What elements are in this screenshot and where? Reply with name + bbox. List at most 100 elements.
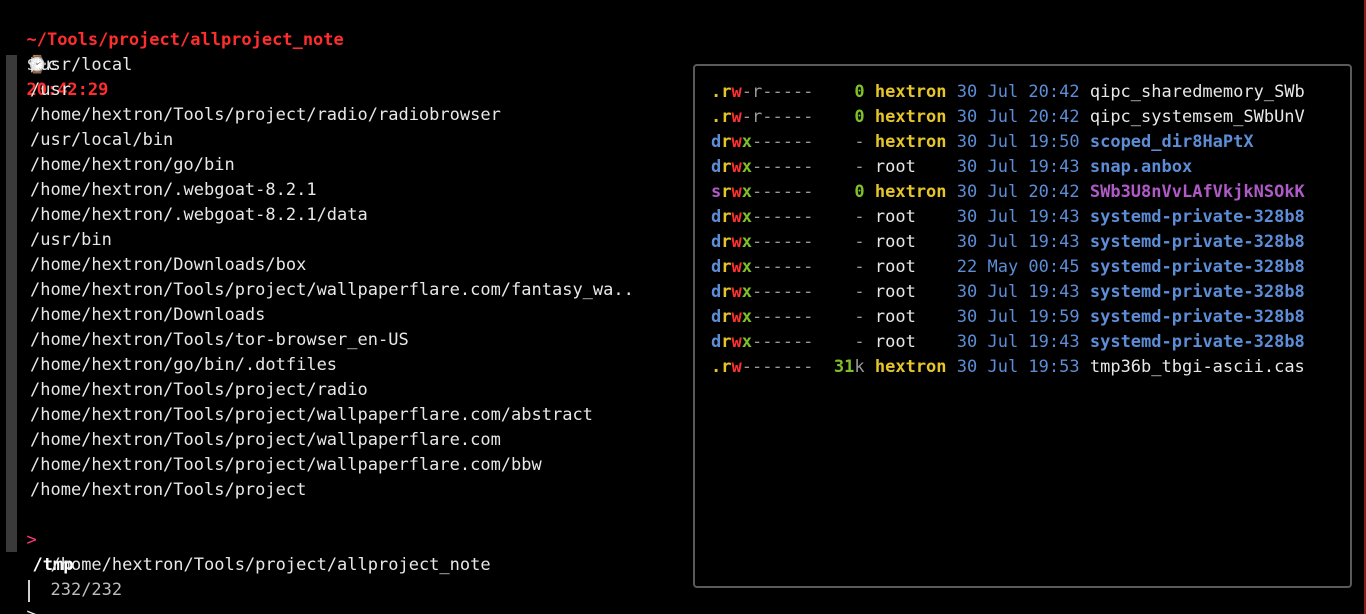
list-item-label: /home/hextron/Tools/project/wallpaperfla… (30, 430, 501, 450)
perm-write: w (731, 282, 742, 302)
preview-row: drwx------ - root 30 Jul 19:43 systemd-p… (711, 280, 1305, 305)
list-item[interactable]: /home/hextron/Tools/project/allproject_n… (30, 528, 490, 575)
list-item[interactable]: /home/hextron/.webgoat-8.2.1/data (30, 203, 368, 228)
file-owner: hextron (874, 82, 947, 102)
file-date: 30 Jul 19:43 (956, 232, 1080, 252)
list-item[interactable]: /home/hextron/Tools/project/wallpaperfla… (30, 428, 501, 453)
preview-row: drwx------ - root 30 Jul 19:43 systemd-p… (711, 230, 1305, 255)
prompt-line: ~/Tools/project/allproject_note ⌚ 20:42:… (6, 3, 343, 100)
list-item[interactable]: /home/hextron/.webgoat-8.2.1 (30, 178, 317, 203)
list-item-label: /home/hextron/Tools/project/wallpaperfla… (30, 455, 542, 475)
list-item[interactable]: /home/hextron/Tools/project (30, 478, 306, 503)
list-item-label: /home/hextron/Tools/project/wallpaperfla… (30, 280, 634, 300)
file-type-flag: d (711, 307, 722, 327)
file-owner: root (874, 307, 916, 327)
perm-rest: ------ (752, 332, 814, 352)
preview-row: drwx------ - root 22 May 00:45 systemd-p… (711, 255, 1305, 280)
file-size: - (854, 157, 865, 177)
file-name: systemd-private-328b8 (1089, 257, 1305, 277)
perm-read: r (721, 157, 732, 177)
file-name: SWb3U8nVvLAfVkjkNSOkK (1089, 182, 1305, 202)
file-owner: root (874, 232, 916, 252)
selected-list-item[interactable]: > /tmp (6, 503, 73, 575)
preview-row: .rw------- 31k hextron 30 Jul 19:53 tmp3… (711, 355, 1305, 380)
file-size: - (854, 132, 865, 152)
perm-read: r (721, 82, 732, 102)
file-date: 30 Jul 20:42 (956, 182, 1080, 202)
list-item[interactable]: /home/hextron/go/bin/.dotfiles (30, 353, 337, 378)
perm-rest: ------ (752, 207, 814, 227)
preview-row: drwx------ - root 30 Jul 19:43 systemd-p… (711, 330, 1305, 355)
file-size: 0 (854, 82, 865, 102)
perm-rest: -r----- (741, 82, 814, 102)
match-count-text: 232/232 (50, 580, 123, 600)
file-name: qipc_systemsem_SWbUnV (1089, 107, 1305, 127)
list-item-label: /home/hextron/.webgoat-8.2.1/data (30, 205, 368, 225)
list-item-label: /home/hextron/Tools/project (30, 480, 307, 500)
perm-rest: ------ (752, 282, 814, 302)
perm-exec: x (741, 182, 752, 202)
preview-row: drwx------ - root 30 Jul 19:43 systemd-p… (711, 205, 1305, 230)
file-owner: hextron (874, 357, 947, 377)
perm-rest: -r----- (741, 107, 814, 127)
list-item[interactable]: /home/hextron/Tools/project/wallpaperfla… (30, 453, 542, 478)
file-type-flag: d (711, 232, 722, 252)
file-name: snap.anbox (1089, 157, 1193, 177)
list-item[interactable]: /home/hextron/Tools/project/radio (30, 378, 368, 403)
list-item[interactable]: /home/hextron/go/bin (30, 153, 235, 178)
list-item[interactable]: /home/hextron/Tools/project/wallpaperfla… (30, 278, 634, 303)
perm-read: r (721, 132, 732, 152)
perm-exec: x (741, 307, 752, 327)
list-item[interactable]: /home/hextron/Tools/project/wallpaperfla… (30, 403, 593, 428)
prompt-path: ~/Tools/project/allproject_note (26, 30, 344, 50)
query-input-cursor[interactable] (28, 580, 30, 602)
list-item[interactable]: /home/hextron/Tools/project/radio/radiob… (30, 103, 501, 128)
file-type-flag: . (711, 82, 722, 102)
perm-read: r (721, 107, 732, 127)
file-size: - (854, 332, 865, 352)
perm-write: w (731, 332, 742, 352)
perm-exec: x (741, 157, 752, 177)
perm-read: r (721, 307, 732, 327)
file-name: systemd-private-328b8 (1089, 332, 1305, 352)
query-prompt: > (6, 578, 36, 614)
list-item[interactable]: /usr/local/bin (30, 128, 173, 153)
list-item[interactable]: /home/hextron/Downloads (30, 303, 265, 328)
file-size: - (854, 257, 865, 277)
file-type-flag: d (711, 207, 722, 227)
list-item-label: /home/hextron/Tools/tor-browser_en-US (30, 330, 409, 350)
perm-write: w (731, 82, 742, 102)
perm-exec: x (741, 332, 752, 352)
list-item-label: /usr/local (30, 55, 133, 75)
perm-write: w (731, 207, 742, 227)
file-type-flag: . (711, 357, 722, 377)
file-owner: root (874, 257, 916, 277)
file-date: 30 Jul 19:43 (956, 157, 1080, 177)
perm-read: r (721, 357, 732, 377)
list-item[interactable]: /usr/local (30, 53, 132, 78)
match-count: 232/232 (30, 553, 122, 600)
file-date: 30 Jul 19:59 (956, 307, 1080, 327)
perm-read: r (721, 332, 732, 352)
list-item[interactable]: /usr/bin (30, 228, 112, 253)
list-item[interactable]: /home/hextron/Downloads/box (30, 253, 306, 278)
perm-read: r (721, 182, 732, 202)
list-item-label: /home/hextron/Tools/project/radio (30, 380, 368, 400)
list-item-label: /home/hextron/.webgoat-8.2.1 (30, 180, 317, 200)
perm-rest: ------ (752, 232, 814, 252)
command-line: $ c (6, 28, 57, 75)
perm-read: r (721, 282, 732, 302)
file-name: systemd-private-328b8 (1089, 307, 1305, 327)
file-date: 30 Jul 19:50 (956, 132, 1080, 152)
list-item[interactable]: /home/hextron/Tools/tor-browser_en-US (30, 328, 409, 353)
file-name: systemd-private-328b8 (1089, 232, 1305, 252)
file-size-unit: k (854, 357, 865, 377)
list-item[interactable]: /usr (30, 78, 71, 103)
list-item-label: /usr (30, 80, 71, 100)
file-type-flag: d (711, 332, 722, 352)
perm-rest: ------ (752, 157, 814, 177)
scrollbar-track[interactable] (6, 55, 17, 552)
file-size: 0 (854, 107, 865, 127)
perm-write: w (731, 357, 742, 377)
list-item-label: /home/hextron/Tools/project/wallpaperfla… (30, 405, 593, 425)
